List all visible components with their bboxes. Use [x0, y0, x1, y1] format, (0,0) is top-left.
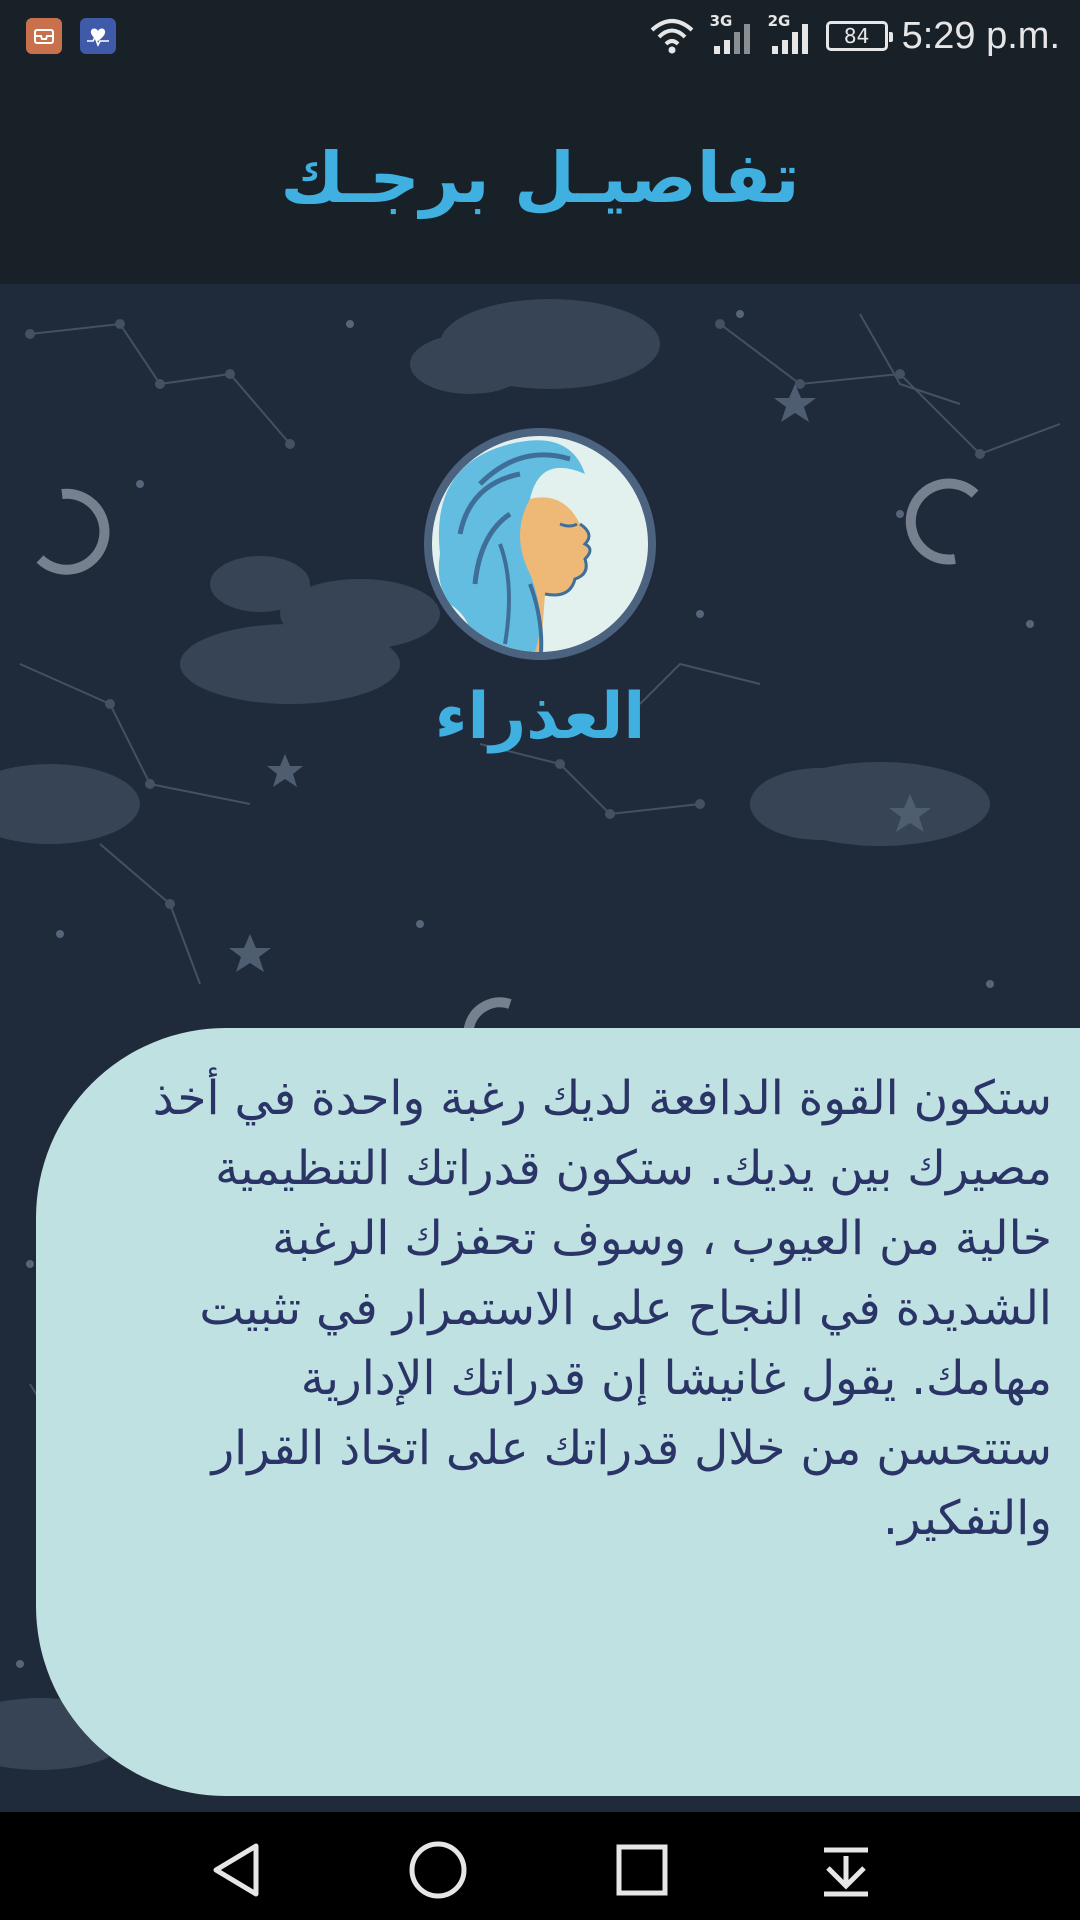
signal-2g-icon: 2G: [768, 12, 812, 56]
page-title: تفاصيـل برجـك: [280, 137, 800, 219]
wifi-icon: [650, 19, 693, 54]
back-icon[interactable]: [206, 1840, 266, 1900]
app-bar: تفاصيـل برجـك: [0, 72, 1080, 284]
battery-icon: 84: [825, 21, 893, 51]
notification-drawer-icon[interactable]: [816, 1840, 876, 1900]
status-indicators: 3G 2G 84 5:29 p.m.: [648, 10, 1060, 62]
battery-level: 84: [843, 24, 870, 48]
health-icon: [80, 18, 116, 54]
description-text: ستكون القوة الدافعة لديك رغبة واحدة في أ…: [152, 1071, 1052, 1546]
recents-icon[interactable]: [612, 1840, 672, 1900]
status-bar: 3G 2G 84 5:29 p.m.: [0, 0, 1080, 72]
virgo-icon: [424, 428, 656, 660]
notification-icons: [26, 18, 116, 54]
clock: 5:29 p.m.: [901, 14, 1060, 57]
signal-3g-icon: 3G: [710, 12, 754, 56]
navigation-bar: [0, 1812, 1080, 1920]
description-card: ستكون القوة الدافعة لديك رغبة واحدة في أ…: [36, 1028, 1080, 1796]
sign-name: العذراء: [434, 680, 646, 754]
home-icon[interactable]: [408, 1840, 468, 1900]
mail-icon: [26, 18, 62, 54]
